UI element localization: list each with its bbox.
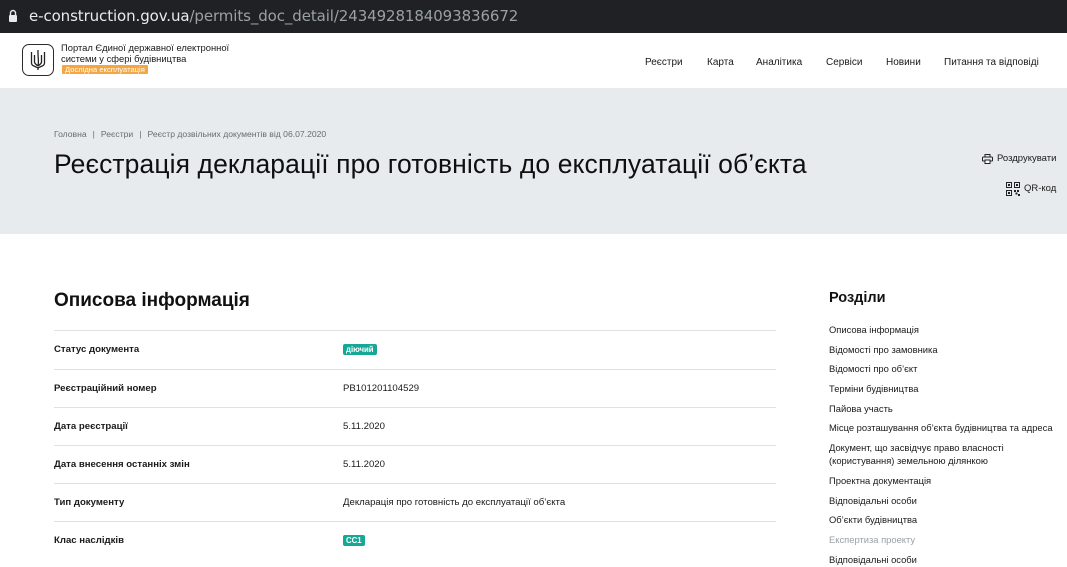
info-row-last-change-date: Дата внесення останніх змін 5.11.2020: [54, 445, 776, 483]
print-button[interactable]: Роздрукувати: [982, 153, 1056, 165]
sidebar-item-construction-objects[interactable]: Об’єкти будівництва: [829, 513, 1067, 526]
nav-services[interactable]: Сервіси: [826, 57, 862, 69]
info-label: Тип документу: [54, 497, 125, 508]
breadcrumb-current[interactable]: Реєстр дозвільних документів від 06.07.2…: [147, 129, 326, 139]
url-path: /permits_doc_detail/2434928184093836672: [189, 7, 519, 25]
url-host: e-construction.gov.ua: [29, 7, 190, 25]
print-label: Роздрукувати: [997, 153, 1057, 164]
breadcrumb-separator: |: [139, 129, 142, 139]
sidebar-item-responsible-persons[interactable]: Відповідальні особи: [829, 494, 1067, 507]
nav-faq[interactable]: Питання та відповіді: [944, 57, 1039, 69]
info-label: Реєстраційний номер: [54, 383, 157, 394]
trident-logo[interactable]: [22, 44, 54, 76]
info-label: Дата реєстрації: [54, 421, 128, 432]
breadcrumb-registries[interactable]: Реєстри: [101, 129, 133, 139]
nav-registries[interactable]: Реєстри: [645, 57, 683, 69]
portal-title[interactable]: Портал Єдиної державної електронної сист…: [61, 42, 231, 75]
info-value: Декларація про готовність до експлуатаці…: [343, 497, 566, 508]
sidebar-title: Розділи: [829, 290, 886, 306]
info-label: Статус документа: [54, 344, 140, 355]
qr-code-label: QR-код: [1024, 183, 1057, 194]
portal-title-text: Портал Єдиної державної електронної сист…: [61, 42, 230, 64]
sidebar-item-construction-terms[interactable]: Терміни будівництва: [829, 382, 1067, 395]
class-badge: СС1: [343, 535, 365, 546]
site-header: Портал Єдиної державної електронної сист…: [0, 33, 1067, 88]
info-row-registration-number: Реєстраційний номер РВ101201104529: [54, 369, 776, 407]
sidebar-item-object[interactable]: Відомості про об’єкт: [829, 362, 1067, 375]
trident-icon: [30, 50, 46, 70]
lock-icon: [9, 9, 17, 22]
nav-news[interactable]: Новини: [886, 57, 921, 69]
info-row-consequence-class: Клас наслідків СС1: [54, 521, 776, 559]
hero-section: Головна | Реєстри | Реєстр дозвільних докуме…: [0, 88, 1067, 234]
breadcrumb: Головна | Реєстри | Реєстр дозвільних докуме…: [54, 129, 326, 140]
page-title: Реєстрація декларації про готовність до …: [54, 149, 807, 179]
sidebar-item-responsible-persons-2[interactable]: Відповідальні особи: [829, 553, 1067, 566]
sidebar-item-project-expertise[interactable]: Експертиза проекту: [829, 533, 1067, 546]
qr-code-icon: [1006, 182, 1020, 196]
info-label: Клас наслідків: [54, 535, 124, 546]
sidebar-item-location-address[interactable]: Місце розташування об’єкта будівництва т…: [829, 421, 1067, 434]
sidebar-sections-list: Описова інформація Відомості про замовни…: [829, 323, 1067, 567]
nav-analytics[interactable]: Аналітика: [756, 57, 802, 69]
nav-map[interactable]: Карта: [707, 57, 734, 69]
sidebar-item-description[interactable]: Описова інформація: [829, 323, 1067, 336]
url-text[interactable]: e-construction.gov.ua/permits_doc_detail…: [29, 6, 518, 26]
info-value: діючий: [343, 344, 377, 356]
qr-code-button[interactable]: QR-код: [1006, 182, 1056, 196]
status-badge: діючий: [343, 344, 377, 355]
sidebar-item-project-documentation[interactable]: Проектна документація: [829, 474, 1067, 487]
sidebar-item-land-ownership-document[interactable]: Документ, що засвідчує право власності (…: [829, 441, 1067, 467]
beta-badge: Дослідна експлуатація: [62, 65, 148, 75]
info-value: 5.11.2020: [343, 421, 385, 432]
info-value: 5.11.2020: [343, 459, 385, 470]
info-table: Статус документа діючий Реєстраційний но…: [54, 330, 776, 559]
breadcrumb-separator: |: [92, 129, 95, 139]
breadcrumb-home[interactable]: Головна: [54, 129, 87, 139]
sidebar-item-customer[interactable]: Відомості про замовника: [829, 343, 1067, 356]
info-row-status: Статус документа діючий: [54, 330, 776, 369]
info-value: РВ101201104529: [343, 383, 420, 394]
section-title: Описова інформація: [54, 290, 250, 311]
sidebar-item-equity-participation[interactable]: Пайова участь: [829, 402, 1067, 415]
printer-icon: [982, 154, 993, 164]
browser-address-bar[interactable]: e-construction.gov.ua/permits_doc_detail…: [0, 0, 1067, 33]
info-row-registration-date: Дата реєстрації 5.11.2020: [54, 407, 776, 445]
info-label: Дата внесення останніх змін: [54, 459, 190, 470]
info-row-document-type: Тип документу Декларація про готовність …: [54, 483, 776, 521]
info-value: СС1: [343, 535, 365, 547]
